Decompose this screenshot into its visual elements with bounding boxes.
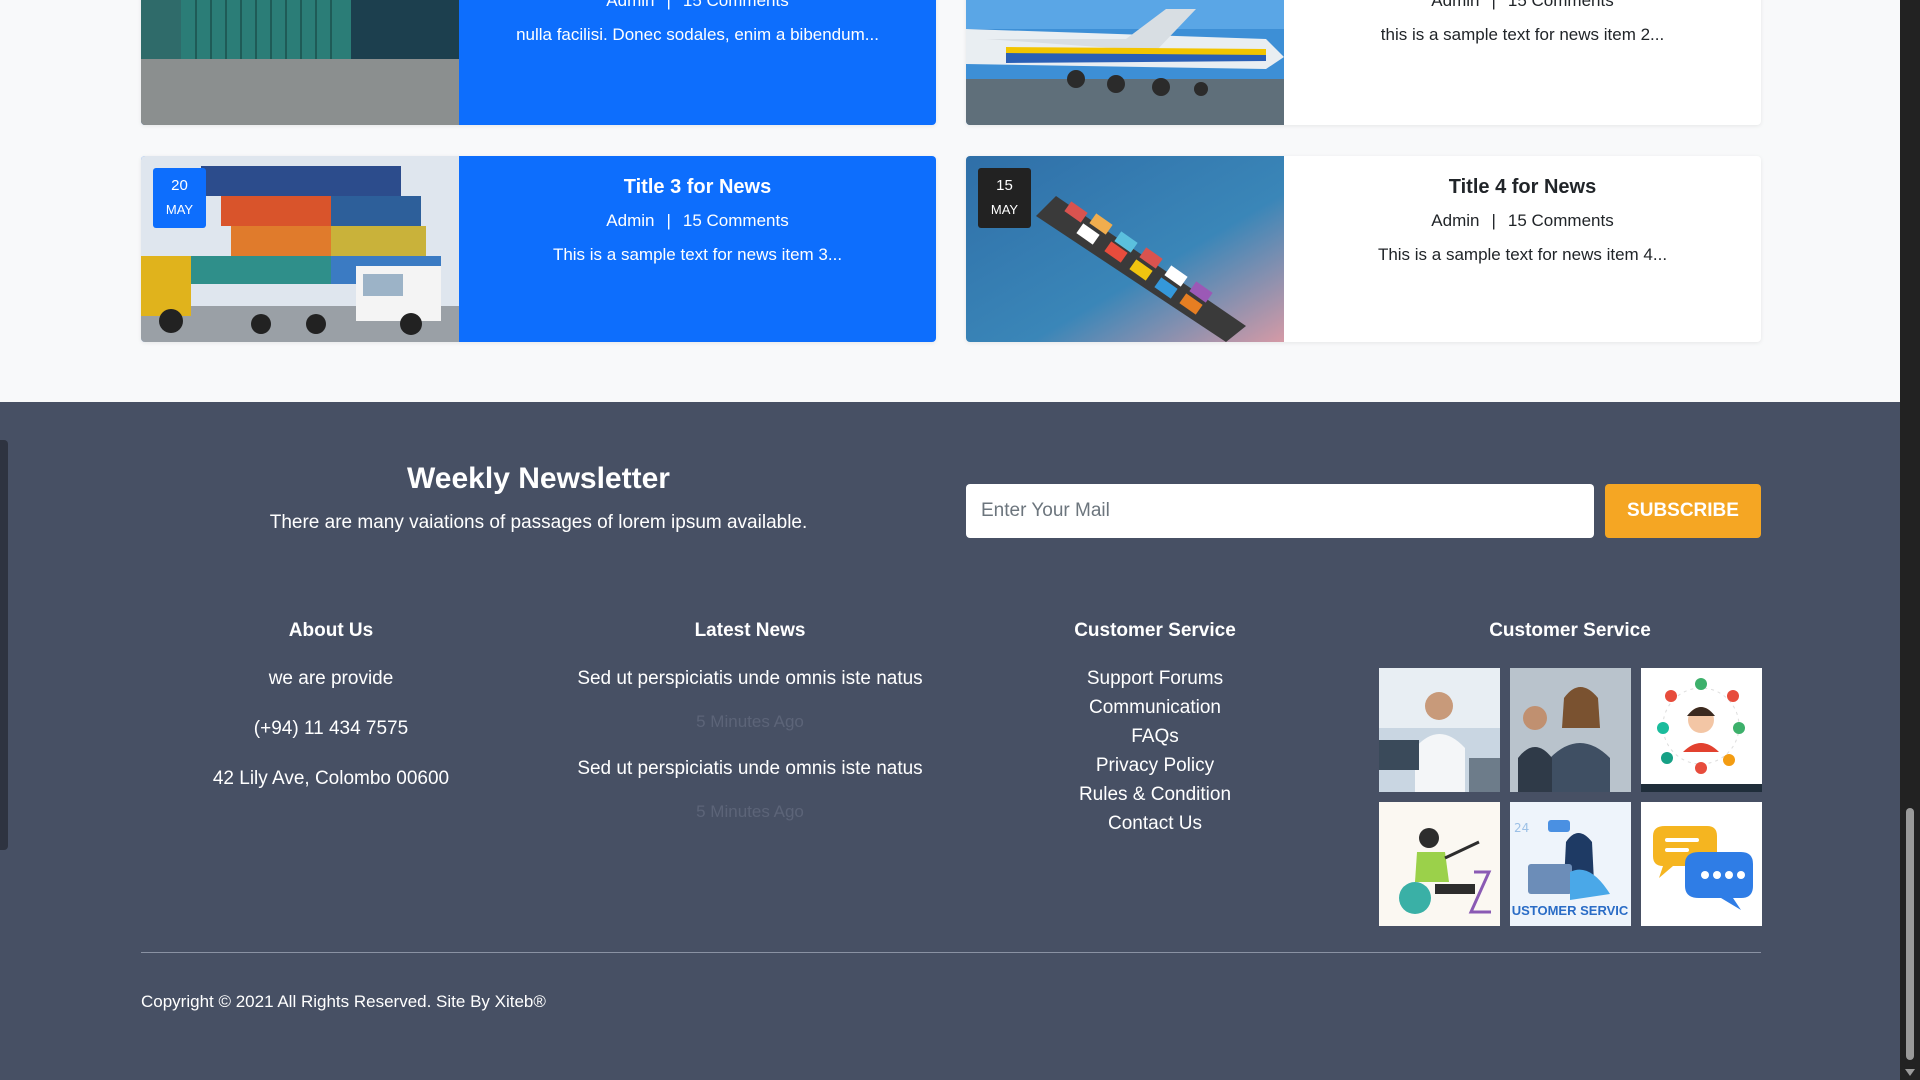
news-comments-3[interactable]: 15 Comments	[683, 211, 789, 230]
news-image-3[interactable]: 20 MAY	[141, 156, 459, 342]
newsletter-email-input[interactable]	[966, 484, 1594, 538]
news-body-3: Title 3 for News Admin | 15 Comments This …	[459, 156, 936, 342]
news-meta-1: Admin | 15 Comments	[459, 0, 936, 11]
link-contact-us[interactable]: Contact Us	[1060, 813, 1250, 835]
customer-service-heading: Customer Service	[1074, 620, 1236, 641]
news-excerpt-4: This is a sample text for news item 4...	[1377, 245, 1668, 264]
subscribe-button[interactable]: SUBSCRIBE	[1605, 484, 1761, 538]
scrollbar-thumb[interactable]	[1906, 808, 1914, 1060]
date-month-3: MAY	[165, 202, 194, 217]
news-comments-2[interactable]: 15 Comments	[1508, 0, 1614, 10]
gallery-image-customer-service-illustration[interactable]: 24 USTOMER SERVIC	[1509, 802, 1631, 926]
gallery-image-headset-agents[interactable]	[1509, 668, 1631, 792]
date-badge-4: 15 MAY	[978, 168, 1031, 228]
about-us-heading: About Us	[288, 620, 374, 641]
link-rules-condition[interactable]: Rules & Condition	[1060, 784, 1250, 806]
latest-news-time: 5 Minutes Ago	[696, 802, 804, 821]
meta-separator: |	[666, 0, 671, 10]
date-day-4: 15	[996, 177, 1013, 194]
newsletter-subtitle: There are many vaiations of passages of …	[269, 512, 808, 533]
about-us-text: we are provide	[268, 668, 394, 689]
news-excerpt-3: This is a sample text for news item 3...	[552, 245, 843, 264]
link-faqs[interactable]: FAQs	[1060, 726, 1250, 748]
gallery-heading: Customer Service	[1489, 620, 1651, 641]
news-author-2: Admin	[1431, 0, 1480, 10]
news-image-1[interactable]	[141, 0, 459, 125]
side-panel-handle[interactable]	[0, 440, 8, 850]
phone-number[interactable]: (+94) 11 434 7575	[141, 718, 521, 740]
address: 42 Lily Ave, Colombo 00600	[212, 768, 450, 789]
gallery-banner-text: USTOMER SERVIC	[1511, 903, 1629, 918]
gallery-image-worker-illustration[interactable]	[1378, 802, 1500, 926]
news-author-1: Admin	[606, 0, 655, 10]
news-meta-2: Admin | 15 Comments	[1284, 0, 1761, 11]
newsletter-title: Weekly Newsletter	[407, 462, 670, 495]
latest-news-column: Latest News Sed ut perspiciatis unde omn…	[540, 620, 960, 848]
news-author-3: Admin	[606, 211, 655, 230]
latest-news-link[interactable]: Sed ut perspiciatis unde omnis iste natu…	[540, 758, 960, 780]
news-excerpt-1: nulla facilisi. Donec sodales, enim a bi…	[516, 25, 879, 44]
news-card-4[interactable]: 15 MAY Title 4 for News Admin | 15 Comment…	[966, 156, 1761, 342]
gallery-image-chat-bubbles[interactable]	[1640, 802, 1762, 926]
customer-service-column: Customer Service Support Forums Communic…	[1060, 620, 1250, 842]
news-image-4[interactable]: 15 MAY	[966, 156, 1284, 342]
news-comments-1[interactable]: 15 Comments	[683, 0, 789, 10]
news-excerpt-2: this is a sample text for news item 2...	[1380, 25, 1665, 44]
latest-news-link[interactable]: Sed ut perspiciatis unde omnis iste natu…	[540, 668, 960, 690]
gallery-image-call-center-man[interactable]	[1378, 668, 1500, 792]
date-badge-3: 20 MAY	[153, 168, 206, 228]
footer: Weekly Newsletter There are many vaiatio…	[0, 402, 1900, 1080]
news-title-4[interactable]: Title 4 for News	[1284, 176, 1761, 199]
copyright-text: Copyright © 2021 All Rights Reserved. Si…	[141, 992, 546, 1011]
news-card-2[interactable]: Admin | 15 Comments this is a sample text …	[966, 0, 1761, 125]
news-body-4: Title 4 for News Admin | 15 Comments This …	[1284, 156, 1761, 342]
gallery-image-support-agent-icons[interactable]	[1640, 668, 1762, 792]
news-comments-4[interactable]: 15 Comments	[1508, 211, 1614, 230]
link-communication[interactable]: Communication	[1060, 697, 1250, 719]
news-body-2: Admin | 15 Comments this is a sample text …	[1284, 0, 1761, 125]
date-day-3: 20	[171, 177, 188, 194]
latest-news-time: 5 Minutes Ago	[696, 712, 804, 731]
meta-separator: |	[1491, 0, 1496, 10]
news-author-4: Admin	[1431, 211, 1480, 230]
link-support-forums[interactable]: Support Forums	[1060, 668, 1250, 690]
meta-separator: |	[1491, 211, 1496, 230]
svg-text:24: 24	[1514, 821, 1529, 835]
news-meta-3: Admin | 15 Comments	[459, 211, 936, 231]
scroll-down-arrow-icon[interactable]	[1905, 1069, 1915, 1076]
news-title-3[interactable]: Title 3 for News	[459, 176, 936, 199]
news-card-3[interactable]: 20 MAY Title 3 for News Admin | 15 Comment…	[141, 156, 936, 342]
date-month-4: MAY	[990, 202, 1019, 217]
gallery-column: Customer Service 24 USTOMER SERVIC	[1370, 620, 1770, 926]
news-body-1: Admin | 15 Comments nulla facilisi. Donec …	[459, 0, 936, 125]
latest-news-heading: Latest News	[694, 620, 806, 641]
gallery-grid: 24 USTOMER SERVIC	[1370, 668, 1770, 926]
link-privacy-policy[interactable]: Privacy Policy	[1060, 755, 1250, 777]
footer-divider	[141, 952, 1761, 953]
news-image-2[interactable]	[966, 0, 1284, 125]
meta-separator: |	[666, 211, 671, 230]
about-us-column: About Us we are provide (+94) 11 434 757…	[141, 620, 521, 818]
vertical-scrollbar[interactable]	[1900, 0, 1920, 1080]
news-card-1[interactable]: Admin | 15 Comments nulla facilisi. Donec …	[141, 0, 936, 125]
news-section: Admin | 15 Comments nulla facilisi. Donec …	[0, 0, 1900, 402]
news-meta-4: Admin | 15 Comments	[1284, 211, 1761, 231]
